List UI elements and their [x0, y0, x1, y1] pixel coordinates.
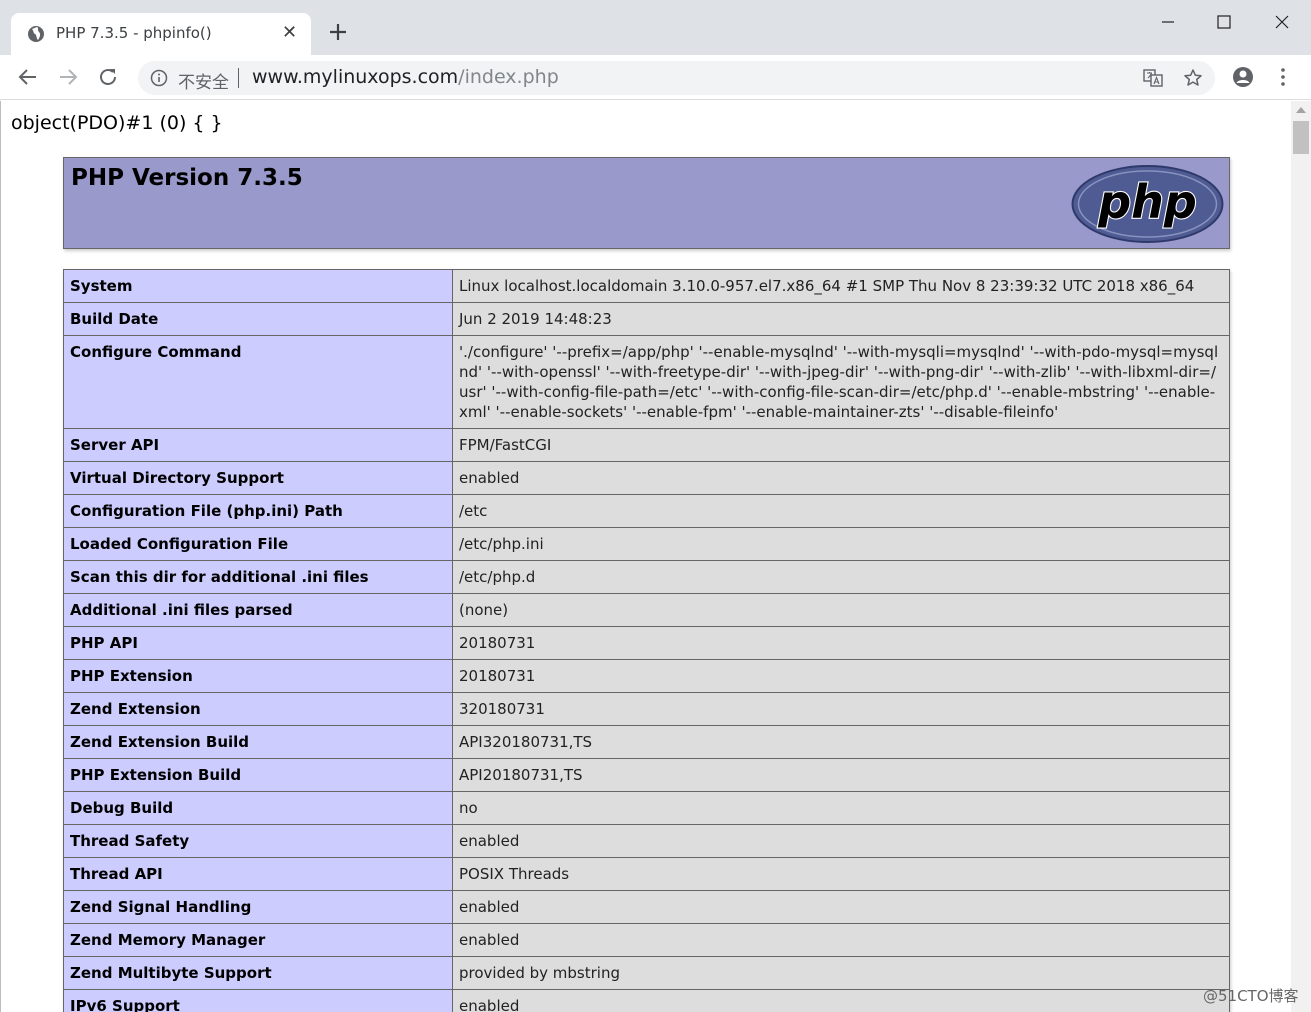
url-host: www.mylinuxops.com: [252, 66, 459, 88]
table-row: Configure Command './configure' '--prefix…: [63, 335, 1230, 429]
info-icon[interactable]: [150, 69, 168, 87]
tab-phpinfo[interactable]: PHP 7.3.5 - phpinfo() ✕: [11, 13, 311, 55]
row-key: Configure Command: [63, 335, 453, 429]
table-row: PHP Extension Build API20180731,TS: [63, 758, 1230, 792]
scroll-up-arrow-icon[interactable]: [1296, 107, 1306, 113]
row-value: provided by mbstring: [452, 956, 1230, 990]
row-key: Virtual Directory Support: [63, 461, 453, 495]
table-row: PHP API 20180731: [63, 626, 1230, 660]
table-row: Thread API POSIX Threads: [63, 857, 1230, 891]
phpinfo-table: System Linux localhost.localdomain 3.10.0…: [63, 269, 1230, 1012]
row-key: Loaded Configuration File: [63, 527, 453, 561]
phpinfo-header: PHP Version 7.3.5 php: [63, 157, 1230, 249]
table-row: Zend Multibyte Support provided by mbstri…: [63, 956, 1230, 990]
menu-kebab-icon[interactable]: [1272, 66, 1294, 88]
table-row: Zend Memory Manager enabled: [63, 923, 1230, 957]
vertical-scrollbar[interactable]: [1291, 101, 1311, 1012]
row-key: Configuration File (php.ini) Path: [63, 494, 453, 528]
row-key: Zend Extension Build: [63, 725, 453, 759]
forward-icon[interactable]: [57, 66, 79, 88]
scroll-thumb[interactable]: [1293, 121, 1309, 154]
browser-toolbar: 不安全 www.mylinuxops.com/index.php: [0, 55, 1311, 100]
row-value: /etc/php.ini: [452, 527, 1230, 561]
table-row: Debug Build no: [63, 791, 1230, 825]
row-value: enabled: [452, 890, 1230, 924]
row-value: /etc/php.d: [452, 560, 1230, 594]
row-value: POSIX Threads: [452, 857, 1230, 891]
table-row: Additional .ini files parsed (none): [63, 593, 1230, 627]
page-viewport: object(PDO)#1 (0) { } PHP Version 7.3.5 …: [0, 101, 1291, 1012]
profile-avatar-icon[interactable]: [1232, 66, 1254, 88]
globe-icon: [28, 26, 44, 42]
table-row: Configuration File (php.ini) Path/etc: [63, 494, 1230, 528]
url-text[interactable]: www.mylinuxops.com/index.php: [252, 66, 559, 88]
browser-titlebar: PHP 7.3.5 - phpinfo() ✕: [0, 0, 1311, 55]
bookmark-star-icon[interactable]: [1183, 68, 1203, 88]
row-key: Server API: [63, 428, 453, 462]
table-row: Thread Safety enabled: [63, 824, 1230, 858]
row-key: PHP API: [63, 626, 453, 660]
table-row: Virtual Directory Support enabled: [63, 461, 1230, 495]
row-key: Thread Safety: [63, 824, 453, 858]
table-row: PHP Extension 20180731: [63, 659, 1230, 693]
row-value: enabled: [452, 824, 1230, 858]
row-key: Debug Build: [63, 791, 453, 825]
table-row: Zend Extension Build API320180731,TS: [63, 725, 1230, 759]
table-row: Zend Extension 320180731: [63, 692, 1230, 726]
row-value: enabled: [452, 923, 1230, 957]
row-value: no: [452, 791, 1230, 825]
row-key: System: [63, 269, 453, 303]
row-key: Build Date: [63, 302, 453, 336]
url-path: /index.php: [458, 66, 559, 88]
table-row: Build Date Jun 2 2019 14:48:23: [63, 302, 1230, 336]
row-key: Zend Multibyte Support: [63, 956, 453, 990]
translate-icon[interactable]: [1143, 68, 1163, 88]
tab-title: PHP 7.3.5 - phpinfo(): [56, 24, 212, 42]
table-row: Server API FPM/FastCGI: [63, 428, 1230, 462]
row-value: (none): [452, 593, 1230, 627]
back-icon[interactable]: [17, 66, 39, 88]
address-bar[interactable]: 不安全 www.mylinuxops.com/index.php: [138, 61, 1215, 95]
row-key: Zend Signal Handling: [63, 890, 453, 924]
row-key: Scan this dir for additional .ini files: [63, 560, 453, 594]
reload-icon[interactable]: [97, 66, 119, 88]
row-value: 320180731: [452, 692, 1230, 726]
php-logo[interactable]: php: [1071, 164, 1224, 244]
row-value: /etc: [452, 494, 1230, 528]
row-value: API320180731,TS: [452, 725, 1230, 759]
row-key: Zend Memory Manager: [63, 923, 453, 957]
address-separator: [238, 68, 239, 88]
row-value: enabled: [452, 989, 1230, 1012]
php-version-title: PHP Version 7.3.5: [71, 165, 303, 191]
row-value: Linux localhost.localdomain 3.10.0-957.e…: [452, 269, 1230, 303]
row-key: Thread API: [63, 857, 453, 891]
table-row: IPv6 Support enabled: [63, 989, 1230, 1012]
row-value: FPM/FastCGI: [452, 428, 1230, 462]
row-key: PHP Extension: [63, 659, 453, 693]
tab-close-icon[interactable]: ✕: [282, 23, 297, 43]
maximize-icon[interactable]: [1210, 8, 1238, 36]
new-tab-icon[interactable]: [326, 20, 350, 44]
row-value: 20180731: [452, 626, 1230, 660]
close-window-icon[interactable]: [1268, 8, 1296, 36]
row-value: './configure' '--prefix=/app/php' '--ena…: [452, 335, 1230, 429]
row-value: enabled: [452, 461, 1230, 495]
var-dump-output: object(PDO)#1 (0) { }: [11, 112, 223, 134]
row-key: Zend Extension: [63, 692, 453, 726]
watermark: @51CTO博客: [1203, 987, 1299, 1005]
php-logo-text: php: [1097, 175, 1197, 229]
row-key: IPv6 Support: [63, 989, 453, 1012]
row-key: Additional .ini files parsed: [63, 593, 453, 627]
table-row: Loaded Configuration File/etc/php.ini: [63, 527, 1230, 561]
row-value: API20180731,TS: [452, 758, 1230, 792]
table-row: Zend Signal Handling enabled: [63, 890, 1230, 924]
row-value: Jun 2 2019 14:48:23: [452, 302, 1230, 336]
row-key: PHP Extension Build: [63, 758, 453, 792]
not-secure-label[interactable]: 不安全: [178, 68, 229, 93]
minimize-icon[interactable]: [1154, 8, 1182, 36]
row-value: 20180731: [452, 659, 1230, 693]
table-row: System Linux localhost.localdomain 3.10.0…: [63, 269, 1230, 303]
table-row: Scan this dir for additional .ini files /…: [63, 560, 1230, 594]
